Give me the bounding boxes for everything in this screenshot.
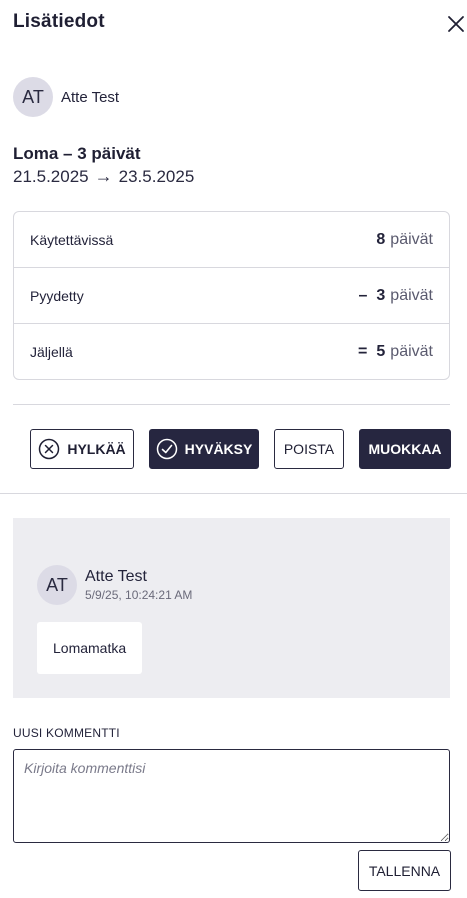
approve-button[interactable]: HYVÄKSY bbox=[149, 429, 259, 469]
balance-unit: päivät bbox=[390, 286, 433, 304]
close-icon[interactable] bbox=[446, 14, 466, 34]
comment-author: Atte Test bbox=[85, 568, 147, 585]
divider bbox=[0, 493, 467, 494]
reject-button[interactable]: HYLKÄÄ bbox=[30, 429, 134, 469]
balance-table: Käytettävissä 8 päivät Pyydetty – 3 päiv… bbox=[13, 211, 450, 380]
balance-value: = 5 päivät bbox=[358, 343, 433, 361]
comment-header: AT Atte Test 5/9/25, 10:24:21 AM bbox=[37, 565, 192, 605]
avatar: AT bbox=[13, 77, 53, 117]
balance-number: 5 bbox=[376, 342, 386, 360]
balance-label: Käytettävissä bbox=[30, 231, 114, 248]
new-comment-label: UUSI KOMMENTTI bbox=[13, 726, 120, 740]
balance-number: 3 bbox=[376, 286, 386, 304]
avatar: AT bbox=[37, 565, 77, 605]
end-date: 23.5.2025 bbox=[118, 166, 195, 186]
arrow-right-icon: → bbox=[94, 166, 113, 186]
balance-row-requested: Pyydetty – 3 päivät bbox=[14, 268, 449, 324]
equals-operator: = bbox=[358, 342, 368, 360]
comment-text: Lomamatka bbox=[37, 622, 143, 674]
balance-row-available: Käytettävissä 8 päivät bbox=[14, 212, 449, 268]
comment-timestamp: 5/9/25, 10:24:21 AM bbox=[85, 588, 193, 602]
approve-label: HYVÄKSY bbox=[184, 441, 253, 457]
balance-number: 8 bbox=[376, 230, 386, 248]
balance-unit: päivät bbox=[390, 230, 433, 248]
balance-row-remaining: Jäljellä = 5 päivät bbox=[14, 324, 449, 379]
leave-summary: Loma – 3 päivät bbox=[13, 144, 141, 163]
balance-value: – 3 päivät bbox=[358, 287, 433, 305]
minus-operator: – bbox=[358, 286, 368, 304]
circle-check-icon bbox=[156, 438, 178, 460]
save-button[interactable]: TALLENNA bbox=[358, 850, 451, 891]
leave-dates: 21.5.2025 → 23.5.2025 bbox=[13, 166, 194, 187]
balance-label: Jäljellä bbox=[30, 343, 73, 360]
balance-unit: päivät bbox=[390, 342, 433, 360]
divider bbox=[13, 404, 450, 405]
start-date: 21.5.2025 bbox=[13, 166, 89, 186]
comments-section: AT Atte Test 5/9/25, 10:24:21 AM Lomamat… bbox=[13, 518, 450, 698]
balance-label: Pyydetty bbox=[30, 287, 84, 304]
comment-input[interactable] bbox=[13, 749, 450, 843]
reject-label: HYLKÄÄ bbox=[67, 441, 126, 457]
requester-name: Atte Test bbox=[61, 88, 120, 106]
panel-title: Lisätiedot bbox=[13, 11, 105, 32]
balance-value: 8 päivät bbox=[376, 231, 433, 249]
delete-button[interactable]: POISTA bbox=[274, 429, 344, 469]
comment-meta: Atte Test 5/9/25, 10:24:21 AM bbox=[85, 567, 192, 603]
requester: AT Atte Test bbox=[13, 77, 119, 117]
circle-x-icon bbox=[38, 438, 60, 460]
edit-button[interactable]: MUOKKAA bbox=[359, 429, 451, 469]
